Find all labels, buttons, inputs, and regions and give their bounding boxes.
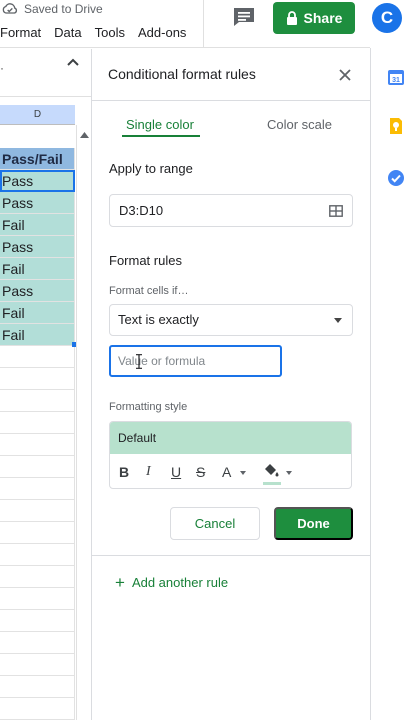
cell-d3[interactable]: Pass [0, 170, 75, 192]
save-status: Saved to Drive [2, 2, 103, 16]
active-tab-indicator [122, 135, 200, 137]
range-value: D3:D10 [119, 203, 164, 218]
dropdown-arrow-icon [334, 318, 342, 323]
bold-button[interactable]: B [119, 464, 129, 480]
toolbar-overflow[interactable]: · [0, 61, 4, 75]
divider [203, 0, 204, 48]
cell-d9[interactable]: Fail [0, 302, 75, 324]
strikethrough-button[interactable]: S [196, 464, 205, 480]
calendar-icon[interactable]: 31 [387, 68, 405, 86]
done-button[interactable]: Done [274, 507, 353, 540]
format-cells-if-label: Format cells if… [109, 285, 189, 297]
cell-d4[interactable]: Pass [0, 192, 75, 214]
conditional-format-panel: Conditional format rules Single color Co… [91, 49, 371, 720]
empty-cell[interactable] [0, 654, 75, 676]
format-rules-label: Format rules [109, 253, 182, 268]
scroll-up-arrow-icon[interactable] [80, 132, 89, 138]
chevron-up-icon[interactable] [66, 57, 80, 67]
comment-icon[interactable] [233, 7, 255, 27]
empty-cell[interactable] [0, 368, 75, 390]
tab-color-scale[interactable]: Color scale [267, 117, 332, 132]
menu-add-ons[interactable]: Add-ons [138, 25, 186, 40]
empty-cell[interactable] [0, 434, 75, 456]
cell-header[interactable]: Pass/Fail [0, 148, 75, 170]
cell-d10[interactable]: Fail [0, 324, 75, 346]
empty-cell[interactable] [0, 676, 75, 698]
condition-dropdown[interactable]: Text is exactly [109, 304, 353, 336]
add-another-rule-button[interactable]: + Add another rule [115, 572, 229, 592]
avatar[interactable]: C [372, 3, 402, 33]
empty-cell[interactable] [0, 346, 75, 368]
spreadsheet-grid[interactable]: D Pass/Fail Pass Pass Fail Pass Fail Pas… [0, 97, 91, 720]
grid-select-range-icon[interactable] [329, 205, 343, 217]
divider [92, 555, 371, 556]
formatting-style-box: Default B I U S A [109, 421, 352, 489]
close-icon[interactable] [338, 68, 352, 82]
svg-text:31: 31 [392, 77, 400, 84]
style-toolbar: B I U S A [110, 455, 351, 488]
text-cursor-icon [136, 354, 142, 369]
menu-bar: Format Data Tools Add-ons [0, 25, 199, 40]
cell-d7[interactable]: Fail [0, 258, 75, 280]
lock-icon [286, 11, 297, 25]
italic-button[interactable]: I [146, 464, 151, 480]
chevron-down-icon[interactable] [240, 471, 246, 475]
empty-cell[interactable] [0, 610, 75, 632]
scrollbar[interactable] [76, 125, 91, 720]
plus-icon: + [115, 572, 125, 592]
empty-cell[interactable] [0, 390, 75, 412]
empty-cell[interactable] [0, 478, 75, 500]
text-color-button[interactable]: A [222, 464, 231, 480]
empty-cell[interactable] [0, 588, 75, 610]
style-preview-dropdown[interactable]: Default [110, 422, 351, 454]
empty-cell[interactable] [0, 500, 75, 522]
menu-data[interactable]: Data [54, 25, 81, 40]
tasks-icon[interactable] [387, 169, 405, 187]
column-header-d[interactable]: D [0, 105, 75, 125]
apply-to-range-label: Apply to range [109, 161, 193, 176]
value-formula-input[interactable] [109, 345, 282, 377]
empty-cell[interactable] [0, 456, 75, 478]
cloud-done-icon [2, 3, 17, 14]
chevron-down-icon[interactable] [286, 471, 292, 475]
empty-cell[interactable] [0, 544, 75, 566]
empty-cell[interactable] [0, 566, 75, 588]
menu-tools[interactable]: Tools [95, 25, 125, 40]
range-field[interactable]: D3:D10 [109, 194, 353, 227]
divider [92, 100, 371, 101]
formatting-style-label: Formatting style [109, 401, 188, 413]
share-label: Share [303, 10, 343, 26]
share-button[interactable]: Share [273, 2, 355, 34]
tab-single-color[interactable]: Single color [126, 117, 194, 132]
top-bar: Saved to Drive Format Data Tools Add-ons… [0, 0, 402, 48]
side-panel: 31 [370, 48, 405, 720]
panel-title: Conditional format rules [108, 66, 256, 82]
fill-color-swatch [263, 482, 281, 485]
empty-cell[interactable] [0, 698, 75, 720]
add-rule-label: Add another rule [131, 575, 229, 590]
fill-color-icon[interactable] [264, 463, 280, 479]
cell-d6[interactable]: Pass [0, 236, 75, 258]
cell-d8[interactable]: Pass [0, 280, 75, 302]
menu-format[interactable]: Format [0, 25, 41, 40]
underline-button[interactable]: U [171, 464, 181, 480]
cell-d5[interactable]: Fail [0, 214, 75, 236]
empty-cell[interactable] [0, 522, 75, 544]
sheet-toolbar: · [0, 49, 91, 97]
condition-value: Text is exactly [118, 312, 199, 327]
empty-cell[interactable] [0, 412, 75, 434]
empty-cell[interactable] [0, 632, 75, 654]
save-status-text: Saved to Drive [24, 2, 103, 16]
keep-icon[interactable] [387, 117, 405, 135]
cancel-button[interactable]: Cancel [170, 507, 260, 540]
